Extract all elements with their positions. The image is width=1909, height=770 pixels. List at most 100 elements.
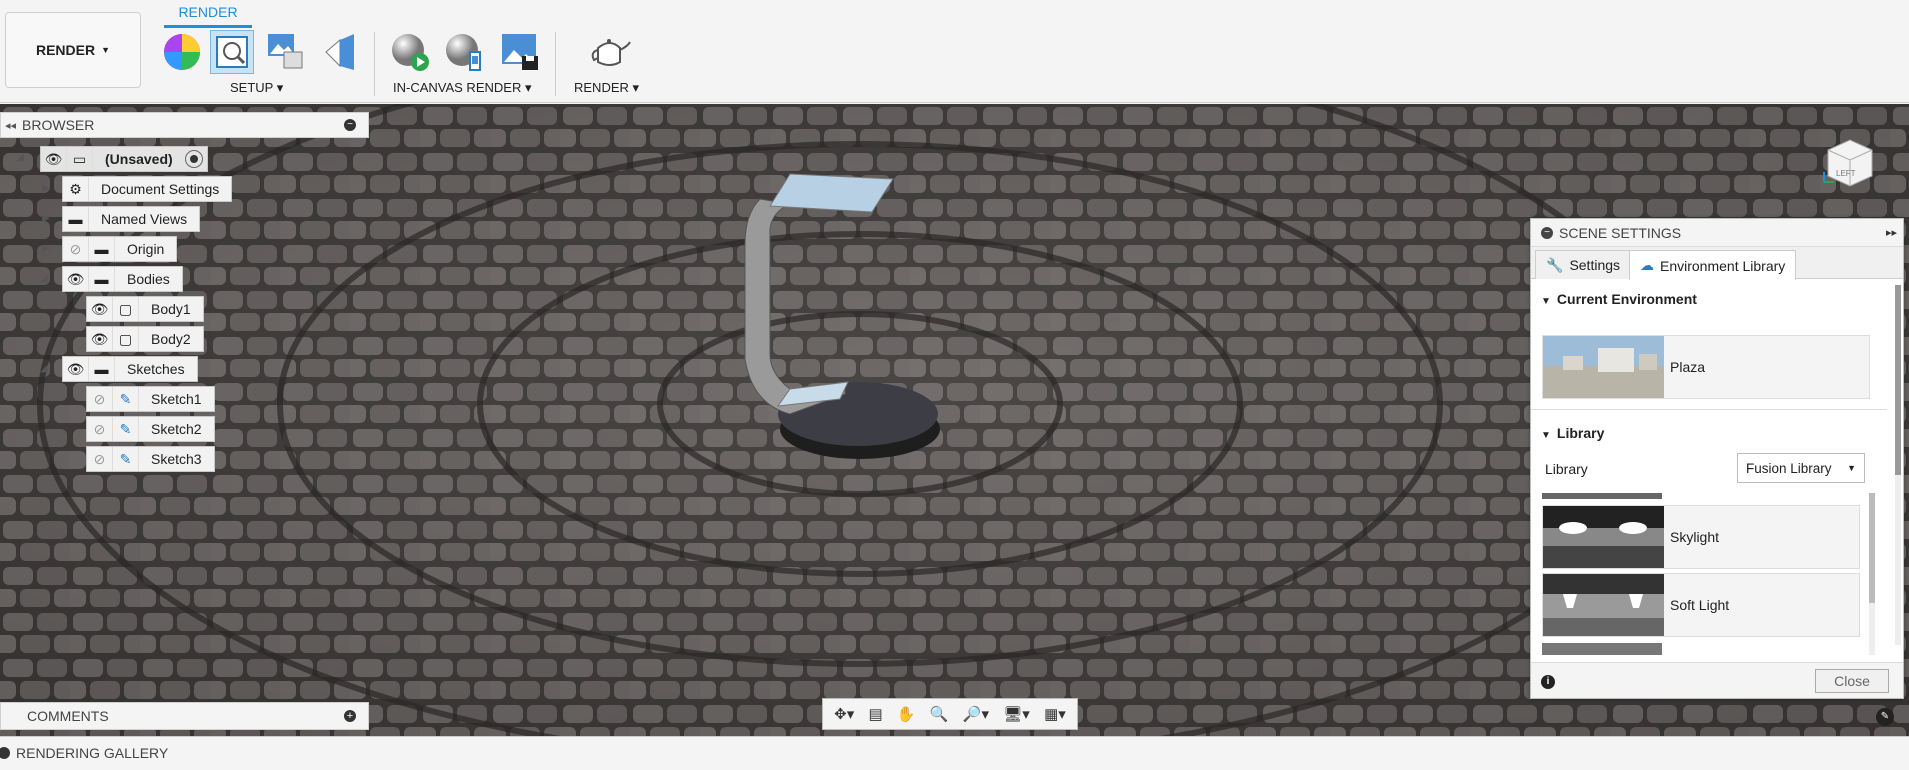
in-canvas-settings-icon[interactable]: [444, 32, 484, 72]
visibility-eye-icon[interactable]: 👁: [63, 357, 89, 381]
tree-node-bodies[interactable]: 👁 ▬ Bodies: [62, 266, 183, 292]
appearance-icon[interactable]: [162, 32, 202, 72]
expand-arrows-icon[interactable]: ▸▸: [1886, 226, 1897, 239]
browser-title: BROWSER: [22, 117, 95, 133]
info-icon[interactable]: i: [1541, 675, 1555, 689]
tree-node-sketch2[interactable]: ⊘ ✎ Sketch2: [86, 416, 215, 442]
workspace-switcher[interactable]: RENDER ▼: [5, 12, 141, 88]
browser-minimize-icon[interactable]: −: [344, 119, 356, 131]
setup-group: SETUP ▾: [160, 30, 360, 100]
gear-icon: ⚙: [63, 177, 89, 201]
close-button[interactable]: Close: [1815, 669, 1889, 693]
body-icon: ▢: [113, 297, 139, 321]
component-icon: ▭: [67, 147, 93, 171]
teapot-render-icon[interactable]: [588, 32, 631, 72]
collapse-arrow[interactable]: ◢: [40, 363, 48, 374]
orbit-icon[interactable]: ✥▾: [834, 705, 854, 723]
decal-icon[interactable]: [266, 32, 306, 72]
hidden-eye-icon[interactable]: ⊘: [63, 237, 89, 261]
rendering-gallery-bar[interactable]: RENDERING GALLERY: [0, 736, 1909, 770]
tree-node-sketch1[interactable]: ⊘ ✎ Sketch1: [86, 386, 215, 412]
visibility-eye-icon[interactable]: 👁: [41, 147, 67, 171]
dialog-scrollbar[interactable]: [1895, 285, 1901, 645]
gallery-minimize-icon[interactable]: [0, 747, 10, 759]
environment-list[interactable]: Skylight Soft Light: [1531, 493, 1866, 655]
add-comment-icon[interactable]: +: [344, 710, 356, 722]
dialog-footer: i Close: [1531, 662, 1903, 698]
tree-node-label: Body1: [151, 301, 191, 317]
caret-down-icon: ▼: [101, 45, 111, 55]
comments-title: COMMENTS: [27, 708, 109, 724]
tab-render[interactable]: RENDER: [164, 4, 252, 28]
current-environment-name: Plaza: [1670, 359, 1706, 375]
scene-settings-icon[interactable]: [210, 30, 254, 74]
hidden-eye-icon[interactable]: ⊘: [87, 387, 113, 411]
current-environment-card[interactable]: Plaza: [1542, 335, 1870, 399]
environment-list-item[interactable]: Skylight: [1542, 505, 1860, 569]
tree-node-sketches[interactable]: 👁 ▬ Sketches: [62, 356, 198, 382]
folder-icon: ▬: [89, 267, 115, 291]
toolbar: RENDER ▼ RENDER SETUP ▾ IN-CANVAS RENDER…: [0, 0, 1909, 103]
current-environment-heading[interactable]: ▼ Current Environment: [1541, 291, 1697, 307]
expand-arrow[interactable]: ▶: [42, 213, 50, 224]
tab-settings[interactable]: 🔧 Settings: [1535, 250, 1632, 279]
tree-node-body1[interactable]: 👁 ▢ Body1: [86, 296, 204, 322]
tree-node-root[interactable]: 👁 ▭ (Unsaved): [40, 146, 208, 172]
texture-map-icon[interactable]: [320, 32, 360, 72]
library-heading[interactable]: ▼ Library: [1541, 425, 1604, 441]
collapse-arrow[interactable]: ◢: [40, 273, 48, 284]
divider: [1531, 409, 1887, 410]
scene-minimize-icon[interactable]: −: [1541, 226, 1553, 239]
visibility-eye-icon[interactable]: 👁: [63, 267, 89, 291]
active-component-radio-icon[interactable]: [184, 150, 203, 168]
list-scrollbar[interactable]: [1869, 493, 1875, 655]
environment-list-item[interactable]: Soft Light: [1542, 573, 1860, 637]
capture-image-icon[interactable]: [500, 32, 540, 72]
scene-settings-title: SCENE SETTINGS: [1559, 224, 1682, 241]
tree-node-label: (Unsaved): [105, 151, 173, 167]
display-settings-icon[interactable]: 🖥▾: [1003, 705, 1030, 723]
collapse-triangle-icon: ▼: [1541, 296, 1551, 307]
feedback-icon[interactable]: ✎: [1876, 708, 1894, 726]
folder-icon: ▬: [89, 357, 115, 381]
expand-arrow[interactable]: ▶: [42, 243, 50, 254]
tab-label: Environment Library: [1660, 257, 1786, 274]
browser-header[interactable]: ◂◂ BROWSER −: [0, 112, 369, 138]
look-at-icon[interactable]: ▤: [868, 705, 882, 723]
in-canvas-render-icon[interactable]: [390, 32, 430, 72]
fit-icon[interactable]: 🔎▾: [963, 705, 989, 723]
environment-icon: ☁: [1640, 257, 1654, 273]
hidden-eye-icon[interactable]: ⊘: [87, 417, 113, 441]
sketch-icon: ✎: [113, 417, 139, 441]
render-label[interactable]: RENDER ▾: [574, 80, 639, 96]
in-canvas-render-label[interactable]: IN-CANVAS RENDER ▾: [393, 80, 531, 96]
wrench-icon: 🔧: [1546, 256, 1564, 273]
scene-settings-header[interactable]: − SCENE SETTINGS ▸▸: [1531, 219, 1903, 247]
navigation-bar: ✥▾ ▤ ✋ 🔍 🔎▾ 🖥▾ ▦▾: [822, 698, 1078, 730]
setup-label[interactable]: SETUP ▾: [230, 80, 283, 96]
environment-name: Skylight: [1670, 529, 1720, 545]
hidden-eye-icon[interactable]: ⊘: [87, 447, 113, 471]
body-icon: ▢: [113, 327, 139, 351]
view-cube[interactable]: LEFT: [1820, 132, 1873, 187]
tree-node-origin[interactable]: ⊘ ▬ Origin: [62, 236, 178, 262]
visibility-eye-icon[interactable]: 👁: [87, 327, 113, 351]
sketch-icon: ✎: [113, 447, 139, 471]
section-title: Library: [1556, 425, 1605, 441]
grid-icon[interactable]: ▦▾: [1044, 705, 1066, 723]
scene-tabs: 🔧 Settings ☁ Environment Library: [1531, 247, 1903, 280]
expand-arrow[interactable]: ◢: [16, 152, 24, 163]
pan-icon[interactable]: ✋: [897, 705, 916, 723]
tree-node-named-views[interactable]: ▬ Named Views: [62, 206, 201, 232]
tab-environment-library[interactable]: ☁ Environment Library: [1629, 250, 1797, 280]
visibility-eye-icon[interactable]: 👁: [87, 297, 113, 321]
expand-arrow[interactable]: ▶: [42, 183, 50, 194]
tree-node-sketch3[interactable]: ⊘ ✎ Sketch3: [86, 446, 215, 472]
tree-node-body2[interactable]: 👁 ▢ Body2: [86, 326, 204, 352]
comments-header[interactable]: COMMENTS +: [0, 702, 369, 730]
collapse-arrows-icon[interactable]: ◂◂: [5, 119, 16, 132]
tree-node-document-settings[interactable]: ⚙ Document Settings: [62, 176, 233, 202]
zoom-icon[interactable]: 🔍: [930, 705, 949, 723]
library-dropdown[interactable]: Fusion Library ▼: [1737, 453, 1865, 483]
library-dropdown-value: Fusion Library: [1746, 460, 1832, 476]
